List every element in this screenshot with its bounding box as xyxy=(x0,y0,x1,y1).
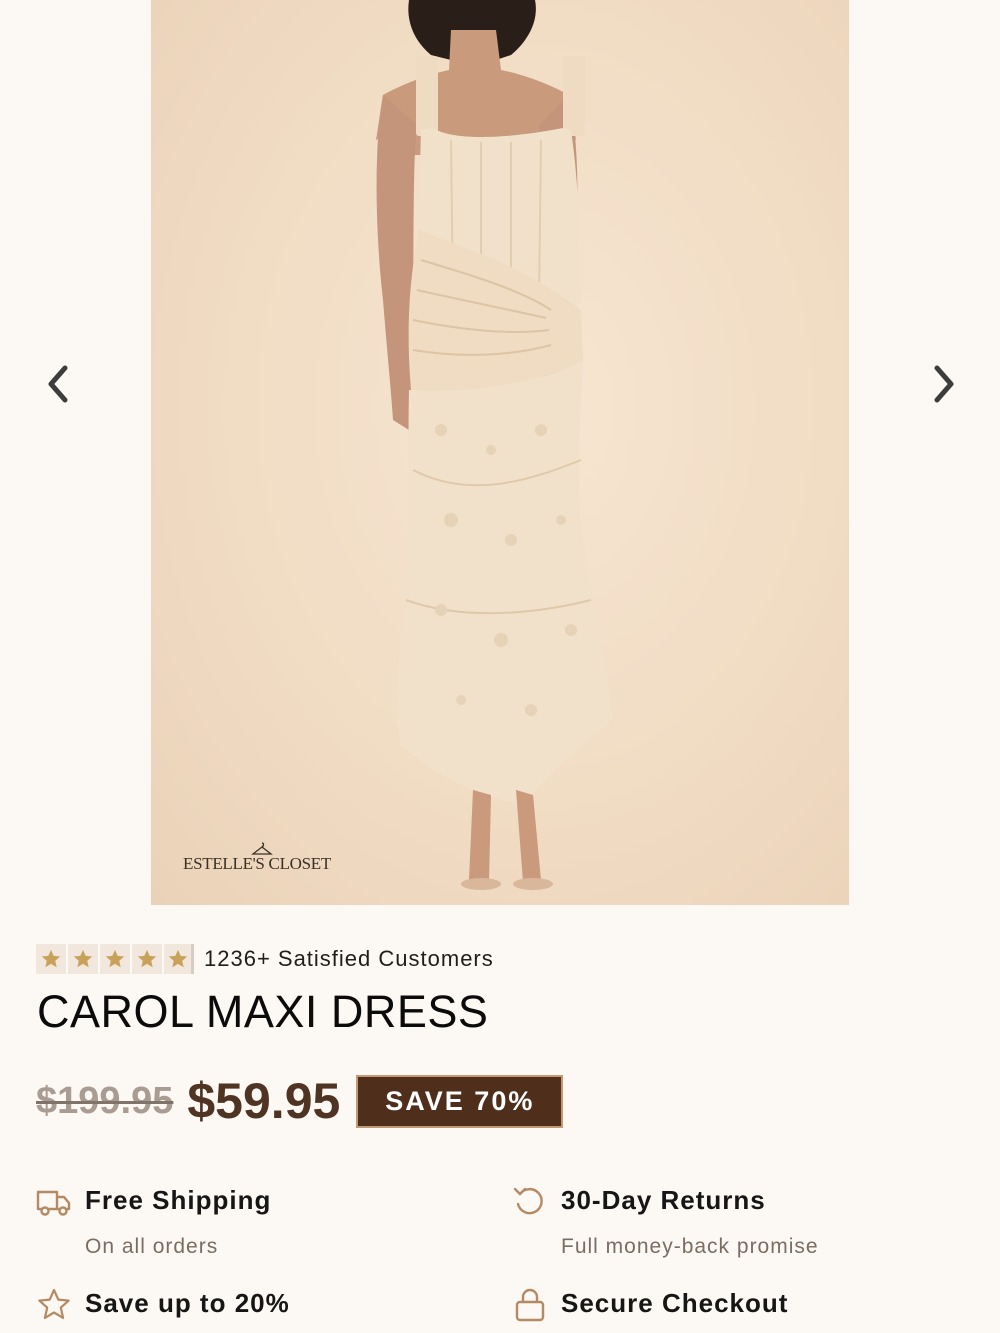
dress-model-illustration xyxy=(376,0,613,890)
star-icon xyxy=(132,944,162,974)
original-price: $199.95 xyxy=(36,1079,174,1122)
save-badge: SAVE 70% xyxy=(356,1074,564,1128)
feature-subtitle: On all orders xyxy=(85,1235,219,1258)
star-rating xyxy=(36,944,194,974)
price-row: $199.95 $59.95 SAVE 70% xyxy=(36,1071,564,1131)
brand-name: ESTELLE'S CLOSET xyxy=(183,854,331,873)
truck-icon xyxy=(36,1190,71,1216)
rating-text: 1236+ Satisfied Customers xyxy=(204,946,494,971)
lock-icon xyxy=(515,1288,545,1322)
gallery-prev-button[interactable] xyxy=(36,360,80,408)
gallery-next-button[interactable] xyxy=(922,360,966,408)
feature-title: Free Shipping xyxy=(85,1185,272,1215)
star-icon xyxy=(68,944,98,974)
star-icon xyxy=(100,944,130,974)
star-icon xyxy=(36,944,66,974)
product-gallery: ESTELLE'S CLOSET xyxy=(0,0,1000,905)
brand-watermark: ESTELLE'S CLOSET xyxy=(183,842,343,876)
product-title: CAROL MAXI DRESS xyxy=(37,986,489,1037)
star-icon xyxy=(164,944,194,974)
chevron-right-icon xyxy=(934,365,954,403)
rating-row: 1236+ Satisfied Customers xyxy=(36,944,494,974)
chevron-left-icon xyxy=(48,365,68,403)
feature-title: Secure Checkout xyxy=(561,1288,789,1318)
product-image[interactable] xyxy=(151,0,849,905)
sale-price: $59.95 xyxy=(187,1073,341,1129)
star-outline-icon xyxy=(38,1288,70,1319)
feature-subtitle: Full money-back promise xyxy=(561,1235,819,1258)
return-arrow-icon xyxy=(513,1187,543,1215)
feature-title: Save up to 20% xyxy=(85,1288,290,1318)
feature-title: 30-Day Returns xyxy=(561,1185,766,1215)
